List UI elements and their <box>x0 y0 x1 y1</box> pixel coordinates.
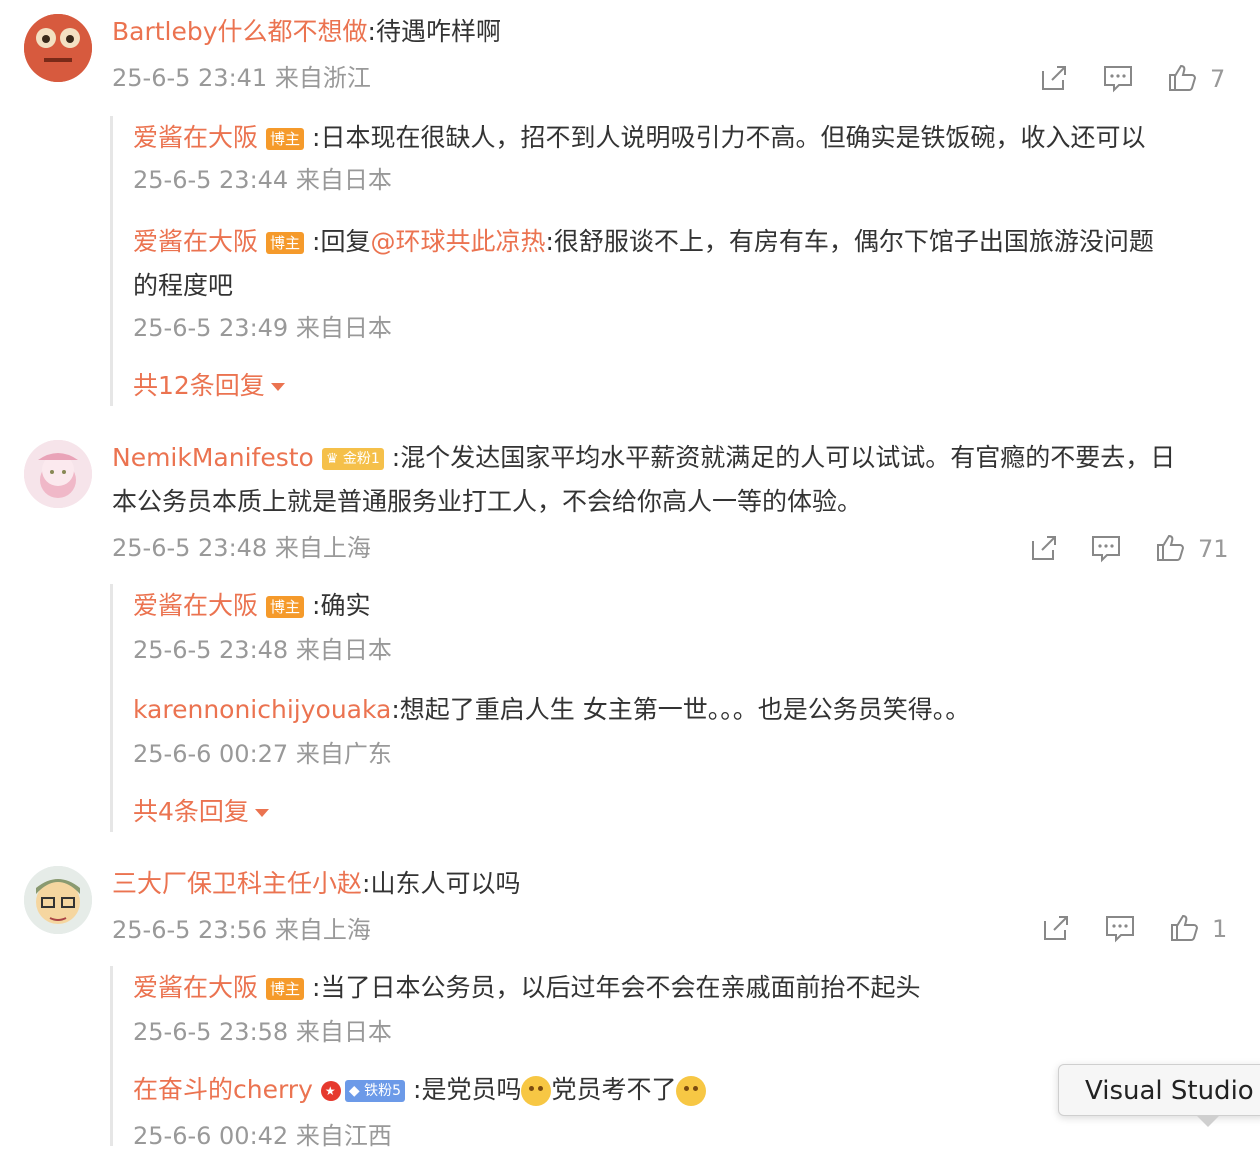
like-icon[interactable] <box>1154 532 1186 564</box>
reply-list: 爱酱在大阪 博主 :确实 25-6-5 23:48 来自日本 karennonich… <box>110 584 1233 832</box>
iron-fan-label: 铁粉5 <box>364 1083 402 1099</box>
reply-meta: 25-6-5 23:44 来自日本 <box>133 166 392 194</box>
like-count: 71 <box>1198 535 1229 563</box>
reply-meta: 25-6-6 00:42 来自江西 <box>133 1122 392 1150</box>
thinking-emoji-icon <box>676 1076 707 1106</box>
iron-fan-badge: ◆ 铁粉5 <box>344 1080 406 1102</box>
caret-down-icon <box>254 809 269 817</box>
reply-username[interactable]: 爱酱在大阪 <box>133 123 258 152</box>
comment-icon[interactable] <box>1102 62 1134 94</box>
avatar[interactable] <box>24 14 92 82</box>
comment-body: :山东人可以吗 <box>362 869 521 898</box>
reply-username[interactable]: 在奋斗的cherry <box>133 1075 313 1104</box>
comment-meta: 25-6-5 23:56 来自上海 <box>112 916 371 944</box>
reply-username[interactable]: 爱酱在大阪 <box>133 591 258 620</box>
like-count: 7 <box>1210 65 1226 93</box>
reply-item: 爱酱在大阪 博主 :回复@环球共此凉热:很舒服谈不上，有房有车，偶尔下馆子出国旅游没… <box>133 220 1213 308</box>
share-icon[interactable] <box>1028 532 1060 564</box>
comment-meta: 25-6-5 23:41 来自浙江 <box>112 64 371 92</box>
gold-fan-badge: ♛ 金粉1 <box>321 448 384 470</box>
comment-text: Bartleby什么都不想做:待遇咋样啊 <box>112 10 1222 54</box>
reply-prefix: :回复 <box>312 227 371 256</box>
reply-meta: 25-6-5 23:49 来自日本 <box>133 314 392 342</box>
reply-meta: 25-6-5 23:58 来自日本 <box>133 1018 392 1046</box>
host-badge: 博主 <box>266 232 305 254</box>
reply-item: karennonichijyouaka:想起了重启人生 女主第一世。。。也是公务… <box>133 688 1213 732</box>
host-badge: 博主 <box>266 978 305 1000</box>
username[interactable]: NemikManifesto <box>112 443 314 472</box>
avatar[interactable] <box>24 440 92 508</box>
comment-meta: 25-6-5 23:48 来自上海 <box>112 534 371 562</box>
reply-body: :确实 <box>312 591 371 620</box>
username[interactable]: 三大厂保卫科主任小赵 <box>112 869 362 898</box>
reply-body: :很舒服谈不上，有房有车，偶尔下馆子出国旅游没问题 <box>545 227 1154 256</box>
more-replies-label: 共4条回复 <box>133 797 249 826</box>
dock-tooltip: Visual Studio <box>1058 1064 1260 1116</box>
reply-meta: 25-6-6 00:27 来自广东 <box>133 740 392 768</box>
gold-fan-label: 金粉1 <box>342 451 380 467</box>
comment-body: :混个发达国家平均水平薪资就满足的人可以试试。有官瘾的不要去，日 <box>391 443 1176 472</box>
reply-body: :当了日本公务员，以后过年会不会在亲戚面前抬不起头 <box>312 973 921 1002</box>
comment-text: 三大厂保卫科主任小赵:山东人可以吗 <box>112 862 1222 906</box>
username[interactable]: Bartleby什么都不想做 <box>112 17 368 46</box>
caret-down-icon <box>270 383 285 391</box>
more-replies-link[interactable]: 共12条回复 <box>133 368 285 404</box>
more-replies-link[interactable]: 共4条回复 <box>133 794 269 830</box>
mention-link[interactable]: @环球共此凉热 <box>370 227 545 256</box>
reply-meta: 25-6-5 23:48 来自日本 <box>133 636 392 664</box>
comment-icon[interactable] <box>1090 532 1122 564</box>
reply-username[interactable]: karennonichijyouaka <box>133 695 391 724</box>
comment-icon[interactable] <box>1104 912 1136 944</box>
share-icon[interactable] <box>1038 62 1070 94</box>
reply-body-mid: 党员考不了 <box>551 1075 677 1104</box>
share-icon[interactable] <box>1040 912 1072 944</box>
reply-username[interactable]: 爱酱在大阪 <box>133 973 258 1002</box>
reply-list: 爱酱在大阪 博主:日本现在很缺人，招不到人说明吸引力不高。但确实是铁饭碗，收入还可… <box>110 116 1233 406</box>
reply-body-line2: 的程度吧 <box>133 271 234 300</box>
tooltip-tail <box>1196 1115 1220 1127</box>
comment-body-line2: 本公务员本质上就是普通服务业打工人，不会给你高人一等的体验。 <box>112 487 863 516</box>
vip-icon <box>320 1081 341 1101</box>
reply-body: :想起了重启人生 女主第一世。。。也是公务员笑得。。 <box>391 695 971 724</box>
comment-actions: 71 <box>1028 532 1238 572</box>
host-badge: 博主 <box>266 128 305 150</box>
like-icon[interactable] <box>1168 912 1200 944</box>
comment-actions: 7 <box>1038 62 1238 102</box>
comment-text: NemikManifesto ♛ 金粉1 :混个发达国家平均水平薪资就满足的人可以试… <box>112 436 1222 524</box>
reply-username[interactable]: 爱酱在大阪 <box>133 227 258 256</box>
reply-item: 爱酱在大阪 博主 :当了日本公务员，以后过年会不会在亲戚面前抬不起头 <box>133 966 1213 1010</box>
reply-body: :是党员吗 <box>413 1075 522 1104</box>
reply-body: :日本现在很缺人，招不到人说明吸引力不高。但确实是铁饭碗，收入还可以 <box>312 123 1146 152</box>
like-icon[interactable] <box>1166 62 1198 94</box>
reply-item: 爱酱在大阪 博主 :日本现在很缺人，招不到人说明吸引力不高。但确实是铁饭碗，收入还可… <box>133 116 1213 160</box>
avatar[interactable] <box>24 866 92 934</box>
more-replies-label: 共12条回复 <box>133 371 265 400</box>
reply-item: 爱酱在大阪 博主 :确实 <box>133 584 1213 628</box>
like-count: 1 <box>1212 915 1228 943</box>
comment-actions: 1 <box>1040 912 1240 952</box>
reply-item: 在奋斗的cherry ◆ 铁粉5 :是党员吗党员考不了 <box>133 1068 1213 1112</box>
comment-body: :待遇咋样啊 <box>367 17 501 46</box>
thinking-emoji-icon <box>521 1076 552 1106</box>
host-badge: 博主 <box>266 596 305 618</box>
reply-list: 爱酱在大阪 博主 :当了日本公务员，以后过年会不会在亲戚面前抬不起头 25-6-5 … <box>110 966 1233 1150</box>
